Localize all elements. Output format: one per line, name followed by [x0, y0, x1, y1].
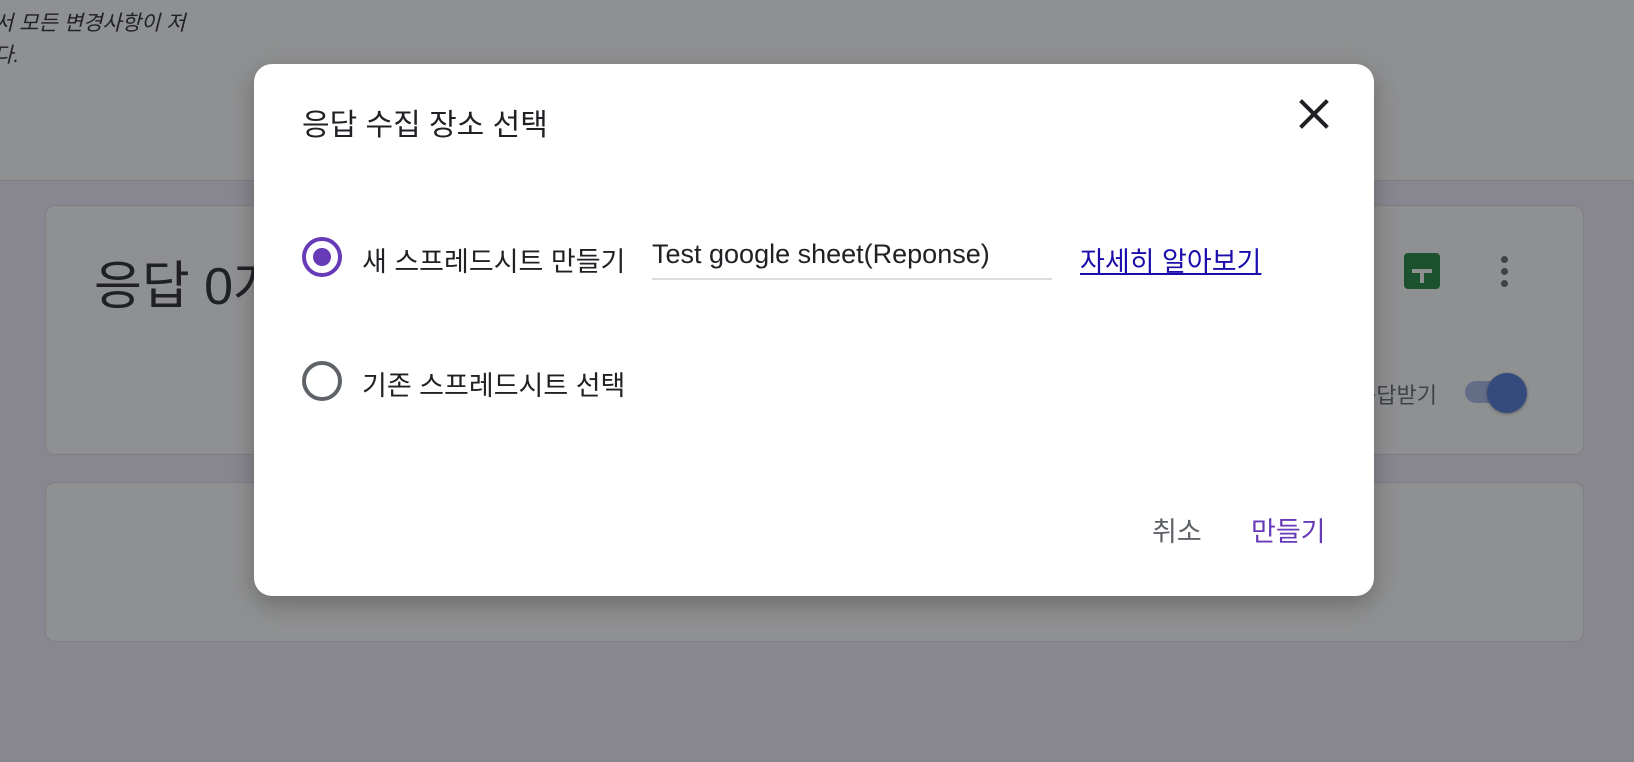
close-icon — [1299, 99, 1329, 129]
forms-responses-page: 서 모든 변경사항이 저 다. 응답 0개 응답받기 응답 수집 장소 선택 새… — [0, 0, 1634, 762]
radio-selected-dot — [313, 248, 331, 266]
close-button[interactable] — [1294, 94, 1334, 134]
learn-more-link[interactable]: 자세히 알아보기 — [1080, 240, 1261, 279]
option-new-spreadsheet-label[interactable]: 새 스프레드시트 만들기 — [362, 240, 625, 279]
create-button[interactable]: 만들기 — [1251, 510, 1326, 549]
select-response-destination-dialog: 응답 수집 장소 선택 새 스프레드시트 만들기 자세히 알아보기 기존 스프레… — [254, 64, 1374, 596]
radio-existing-spreadsheet[interactable] — [302, 361, 342, 401]
spreadsheet-name-input[interactable] — [652, 230, 1052, 280]
dialog-title: 응답 수집 장소 선택 — [302, 109, 548, 142]
cancel-button[interactable]: 취소 — [1152, 510, 1202, 549]
radio-new-spreadsheet[interactable] — [302, 237, 342, 277]
option-existing-spreadsheet-label[interactable]: 기존 스프레드시트 선택 — [362, 364, 625, 403]
